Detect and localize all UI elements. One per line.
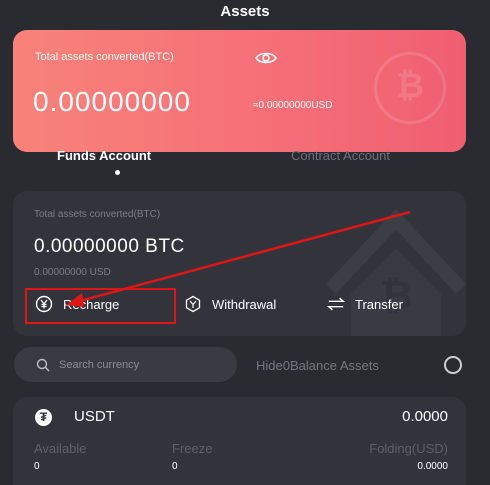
withdrawal-button[interactable]: Withdrawal (184, 295, 276, 313)
folding-value: 0.0000 (417, 461, 448, 472)
account-tabs: Funds Account Contract Account (0, 148, 490, 178)
hide-zero-balance-label: Hide0Balance Assets (256, 358, 379, 373)
total-assets-card: ₿ Total assets converted(BTC) 0.00000000… (13, 30, 466, 152)
withdrawal-icon (185, 295, 201, 313)
total-assets-label: Total assets converted(BTC) (35, 51, 174, 63)
tab-funds-account[interactable]: Funds Account (57, 148, 151, 163)
house-watermark-icon: ₿ (325, 209, 466, 336)
recharge-highlight-box (25, 288, 176, 324)
transfer-icon (327, 297, 345, 311)
active-tab-indicator (115, 170, 120, 175)
eye-icon[interactable] (254, 50, 278, 66)
funds-btc-value: 0.00000000 BTC (34, 236, 185, 257)
freeze-header: Freeze (172, 441, 213, 456)
withdrawal-label: Withdrawal (212, 296, 277, 312)
tab-contract-account[interactable]: Contract Account (291, 148, 390, 163)
search-input[interactable]: Search currency (14, 347, 237, 382)
bitcoin-watermark-icon: ₿ (374, 52, 446, 124)
page-title: Assets (220, 3, 270, 20)
available-header: Available (34, 441, 87, 456)
search-placeholder: Search currency (59, 358, 140, 371)
available-value: 0 (34, 461, 40, 472)
search-icon (36, 358, 50, 371)
hide-zero-balance-toggle[interactable] (444, 356, 462, 374)
asset-amount: 0.0000 (402, 408, 448, 425)
total-assets-value: 0.00000000 (33, 86, 191, 117)
asset-coin-name: USDT (74, 408, 115, 425)
freeze-value: 0 (172, 461, 178, 472)
transfer-button[interactable]: Transfer (327, 295, 403, 313)
asset-row-usdt[interactable]: ₮ USDT 0.0000 Available Freeze Folding(U… (13, 397, 466, 485)
transfer-label: Transfer (355, 296, 403, 312)
total-assets-usd: ≈0.00000000USD (253, 100, 333, 111)
funds-usd-value: 0.00000000 USD (34, 267, 111, 278)
folding-header: Folding(USD) (369, 441, 448, 456)
funds-total-label: Total assets converted(BTC) (34, 209, 161, 220)
tether-icon: ₮ (35, 409, 52, 426)
